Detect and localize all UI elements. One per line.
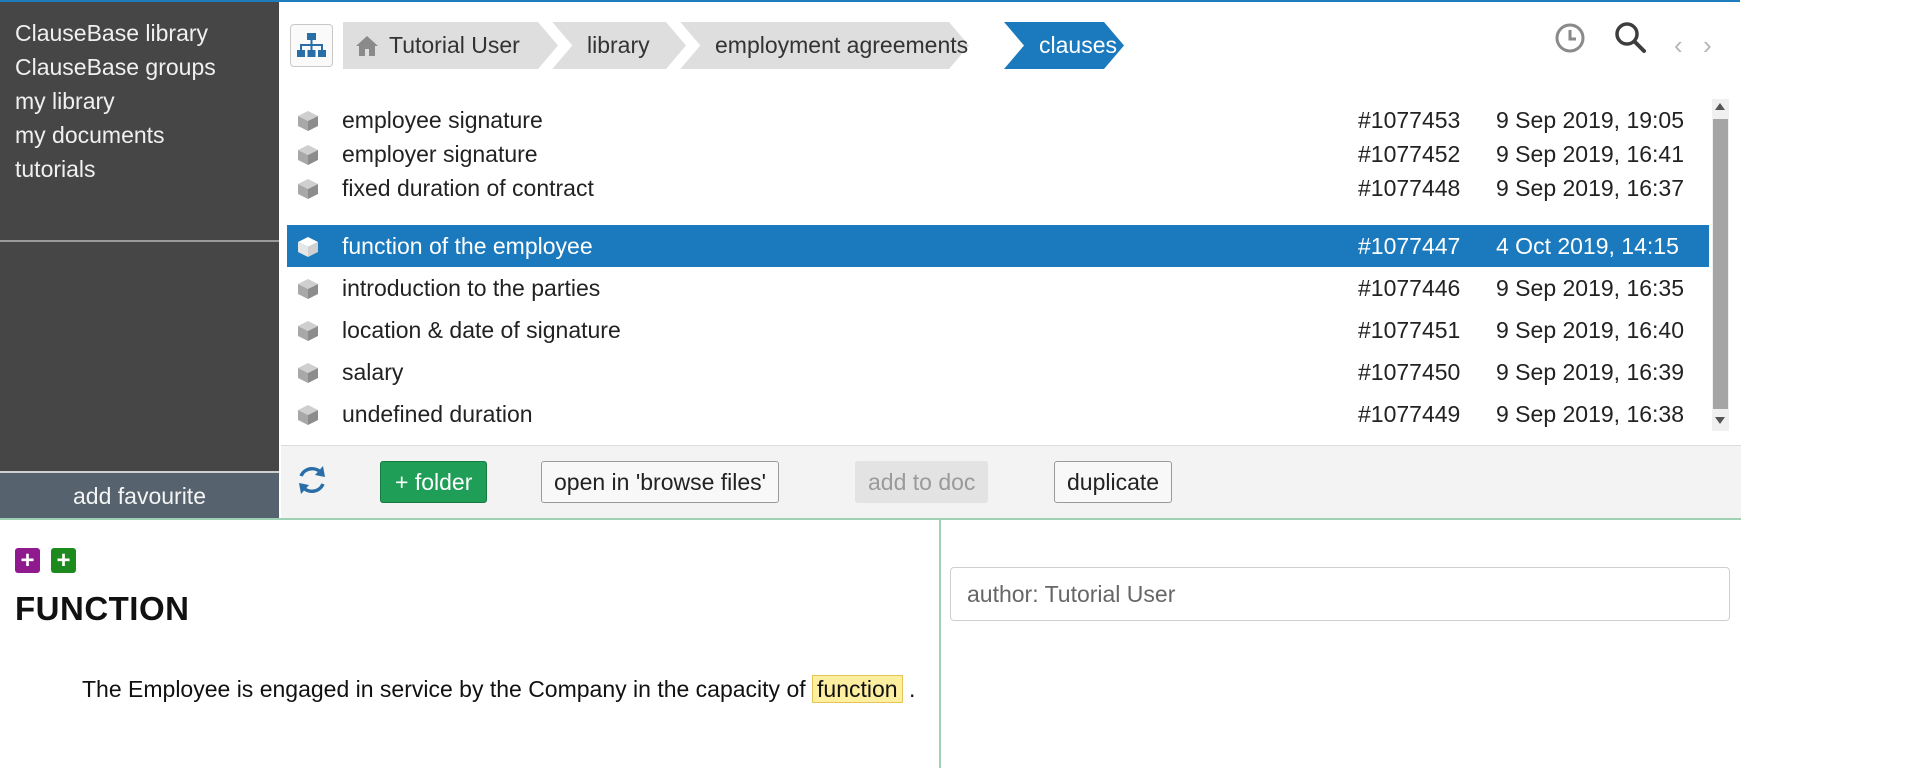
breadcrumb-item-employment-agreements[interactable]: employment agreements [679, 22, 969, 69]
file-name: introduction to the parties [342, 275, 601, 301]
sidebar-item-tutorials[interactable]: tutorials [15, 156, 96, 183]
list-item-selected[interactable]: function of the employee #1077447 4 Oct … [287, 225, 1709, 267]
sidebar-item-clausebase-library[interactable]: ClauseBase library [15, 20, 208, 47]
file-name: employer signature [342, 141, 538, 167]
file-name: salary [342, 359, 404, 385]
file-date: 9 Sep 2019, 16:35 [1496, 275, 1684, 301]
open-in-browse-files-button[interactable]: open in 'browse files' [541, 461, 780, 503]
cube-icon [298, 237, 318, 257]
chevron-left-icon[interactable]: ‹ [1674, 30, 1683, 61]
file-id: #1077452 [1358, 141, 1461, 167]
pane-divider-horizontal [0, 518, 1741, 520]
sidebar-item-clausebase-groups[interactable]: ClauseBase groups [15, 54, 216, 81]
file-date: 9 Sep 2019, 16:38 [1496, 401, 1684, 427]
sidebar-divider [0, 240, 279, 242]
breadcrumb-label: employment agreements [715, 32, 969, 58]
file-name: employee signature [342, 107, 543, 133]
folder-tree-button[interactable] [290, 24, 333, 67]
cube-icon [298, 279, 318, 299]
clause-title: FUNCTION [15, 590, 190, 627]
home-icon [356, 35, 378, 56]
file-id: #1077447 [1358, 233, 1461, 259]
refresh-icon[interactable] [295, 462, 329, 498]
file-id: #1077450 [1358, 359, 1461, 385]
plus-square-icon[interactable]: + [51, 548, 76, 573]
file-date: 9 Sep 2019, 19:05 [1496, 107, 1684, 133]
chevron-right-icon[interactable]: › [1703, 30, 1712, 61]
list-scrollbar[interactable] [1712, 99, 1729, 431]
file-date: 9 Sep 2019, 16:41 [1496, 141, 1684, 167]
file-date: 9 Sep 2019, 16:39 [1496, 359, 1684, 385]
plus-square-icon[interactable]: + [15, 548, 40, 573]
list-item[interactable]: location & date of signature #1077451 9 … [287, 309, 1709, 351]
add-to-doc-button[interactable]: add to doc [855, 461, 989, 503]
sidebar: ClauseBase library ClauseBase groups my … [0, 2, 279, 519]
add-favourite-button[interactable]: add favourite [0, 471, 279, 519]
file-id: #1077451 [1358, 317, 1461, 343]
file-name: location & date of signature [342, 317, 621, 343]
scrollbar-thumb[interactable] [1713, 119, 1728, 409]
scroll-up-arrow-icon[interactable] [1715, 103, 1725, 110]
breadcrumb-item-library[interactable]: library [551, 22, 686, 69]
cube-icon [298, 321, 318, 341]
file-name: function of the employee [342, 233, 593, 259]
list-item[interactable]: undefined duration #1077449 9 Sep 2019, … [287, 393, 1709, 435]
file-name: undefined duration [342, 401, 533, 427]
list-item[interactable]: salary #1077450 9 Sep 2019, 16:39 [287, 351, 1709, 393]
clock-icon[interactable] [1554, 22, 1586, 54]
breadcrumb-label: clauses [1039, 32, 1117, 58]
sidebar-item-my-documents[interactable]: my documents [15, 122, 165, 149]
placeholder-function[interactable]: function [812, 675, 903, 703]
cube-icon [298, 111, 318, 131]
action-toolbar: + folder open in 'browse files' add to d… [281, 445, 1741, 519]
file-list: employee signature #1077453 9 Sep 2019, … [287, 99, 1710, 431]
sidebar-item-my-library[interactable]: my library [15, 88, 115, 115]
file-id: #1077449 [1358, 401, 1461, 427]
add-folder-button[interactable]: + folder [380, 461, 488, 503]
file-id: #1077453 [1358, 107, 1461, 133]
breadcrumb-item-clauses[interactable]: clauses [1004, 22, 1124, 69]
cube-icon [298, 405, 318, 425]
pane-divider-vertical[interactable] [939, 519, 941, 768]
cube-icon [298, 145, 318, 165]
cube-icon [298, 363, 318, 383]
breadcrumb-label: library [587, 32, 650, 58]
sitemap-icon [297, 33, 326, 57]
file-date: 9 Sep 2019, 16:40 [1496, 317, 1684, 343]
cube-icon [298, 179, 318, 199]
list-item[interactable]: fixed duration of contract #1077448 9 Se… [287, 167, 1709, 209]
search-icon[interactable] [1613, 20, 1647, 54]
breadcrumb-label: Tutorial User [389, 32, 520, 58]
file-date: 4 Oct 2019, 14:15 [1496, 233, 1679, 259]
clause-text: The Employee is engaged in service by th… [82, 676, 806, 702]
clause-text-end: . [908, 676, 916, 702]
breadcrumb-item-home[interactable]: Tutorial User [343, 22, 558, 69]
file-date: 9 Sep 2019, 16:37 [1496, 175, 1684, 201]
file-id: #1077448 [1358, 175, 1461, 201]
clause-body: The Employee is engaged in service by th… [82, 671, 922, 708]
duplicate-button[interactable]: duplicate [1054, 461, 1173, 503]
list-item[interactable]: introduction to the parties #1077446 9 S… [287, 267, 1709, 309]
file-name: fixed duration of contract [342, 175, 594, 201]
scroll-down-arrow-icon[interactable] [1715, 417, 1725, 424]
author-field[interactable] [950, 567, 1730, 621]
file-id: #1077446 [1358, 275, 1461, 301]
